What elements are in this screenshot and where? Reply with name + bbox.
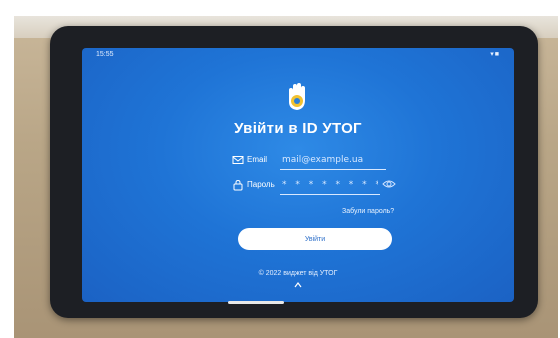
email-label: Email (247, 155, 268, 164)
mail-icon (232, 156, 244, 164)
forgot-password-link[interactable]: Забули пароль? (342, 208, 394, 215)
email-row: Email (232, 151, 392, 171)
status-time: 15:55 (96, 51, 114, 58)
lock-icon (233, 179, 243, 191)
tablet-screen: 15:55 ▾■ Увійти в ID УТОГ Email Пароль З… (82, 48, 514, 302)
status-bar: 15:55 ▾■ (82, 48, 514, 62)
chevron-up-icon[interactable] (294, 282, 302, 288)
status-icons: ▾■ (490, 51, 500, 58)
email-field[interactable] (280, 151, 386, 170)
home-indicator[interactable] (228, 301, 284, 304)
password-row: Пароль (226, 176, 396, 196)
hand-logo-icon (289, 83, 305, 110)
page-title: Увійти в ID УТОГ (234, 120, 362, 137)
login-button[interactable]: Увійти (238, 228, 392, 250)
footer-text: © 2022 виджет від УТОГ (258, 270, 338, 277)
password-field[interactable] (280, 176, 380, 195)
eye-icon[interactable] (382, 179, 396, 189)
password-label: Пароль (247, 180, 275, 189)
